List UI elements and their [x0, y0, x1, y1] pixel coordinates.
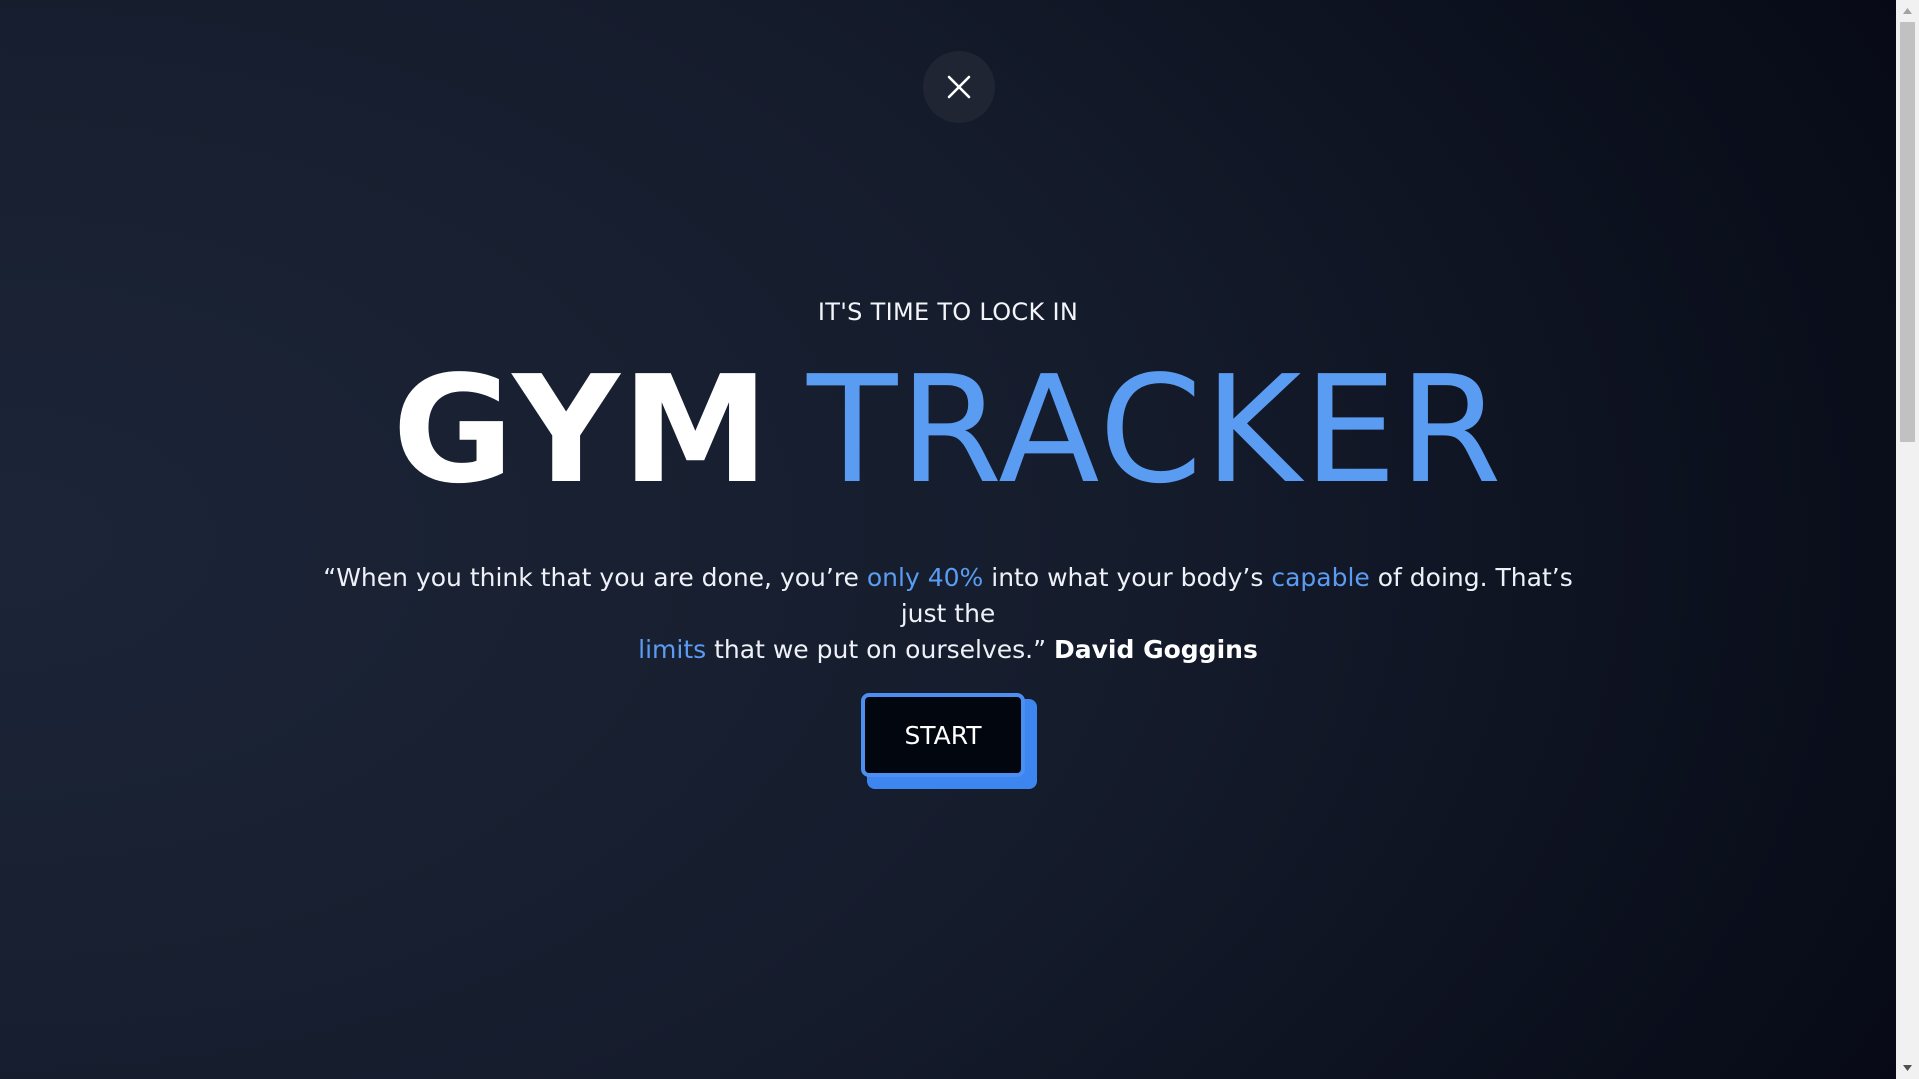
quote-highlight: capable	[1271, 563, 1370, 592]
close-icon	[947, 75, 971, 99]
landing-page: IT'S TIME TO LOCK IN GYM TRACKER “When yo…	[0, 0, 1896, 1079]
arrow-up-icon	[1903, 8, 1912, 14]
title-word-gym: GYM	[392, 344, 772, 516]
quote-highlight: limits	[638, 635, 707, 664]
scroll-up-button[interactable]	[1896, 0, 1919, 22]
scroll-down-button[interactable]	[1896, 1057, 1919, 1079]
start-button-wrapper: START	[861, 693, 1037, 789]
motivational-quote: “When you think that you are done, you’r…	[300, 560, 1596, 668]
hero-eyebrow: IT'S TIME TO LOCK IN	[817, 298, 1079, 326]
page-title: GYM TRACKER	[0, 340, 1896, 520]
quote-author: David Goggins	[1054, 635, 1258, 664]
close-button[interactable]	[923, 51, 995, 123]
arrow-down-icon	[1903, 1065, 1912, 1071]
title-word-tracker: TRACKER	[807, 344, 1504, 516]
start-button[interactable]: START	[861, 693, 1025, 777]
quote-text: that we put on ourselves.”	[706, 635, 1054, 664]
vertical-scrollbar[interactable]	[1896, 0, 1919, 1079]
quote-highlight: only 40%	[866, 563, 984, 592]
quote-text: “When you think that you are done, you’r…	[323, 563, 867, 592]
scrollbar-thumb[interactable]	[1900, 22, 1915, 442]
quote-text: into what your body’s	[983, 563, 1272, 592]
